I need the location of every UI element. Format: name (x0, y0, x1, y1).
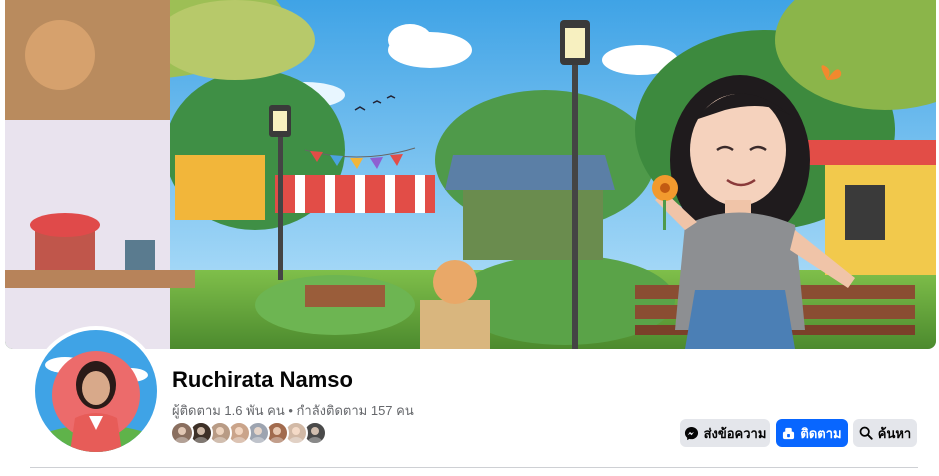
cover-photo[interactable] (5, 0, 936, 349)
profile-avatar[interactable] (31, 326, 161, 456)
profile-photo (35, 330, 157, 452)
following-count-link[interactable]: กำลังติดตาม 157 คน (297, 403, 414, 418)
message-button-label: ส่งข้อความ (703, 425, 767, 441)
stats-separator: • (284, 403, 297, 418)
profile-name: Ruchirata Namso (172, 367, 353, 392)
followers-preview (170, 421, 327, 447)
cover-illustration (5, 0, 936, 349)
followers-count-link[interactable]: ผู้ติดตาม 1.6 พัน คน (172, 403, 285, 418)
messenger-icon (684, 426, 699, 441)
search-button[interactable]: ค้นหา (853, 419, 917, 447)
follow-button[interactable]: ติดตาม (776, 419, 848, 447)
message-button[interactable]: ส่งข้อความ (680, 419, 770, 447)
search-button-label: ค้นหา (877, 425, 912, 441)
follower-avatar[interactable] (170, 421, 194, 445)
follow-stats: ผู้ติดตาม 1.6 พัน คน • กำลังติดตาม 157 ค… (172, 400, 414, 421)
follow-button-label: ติดตาม (800, 425, 842, 441)
search-icon (859, 426, 873, 440)
follow-icon (782, 427, 795, 440)
profile-divider (30, 467, 918, 468)
